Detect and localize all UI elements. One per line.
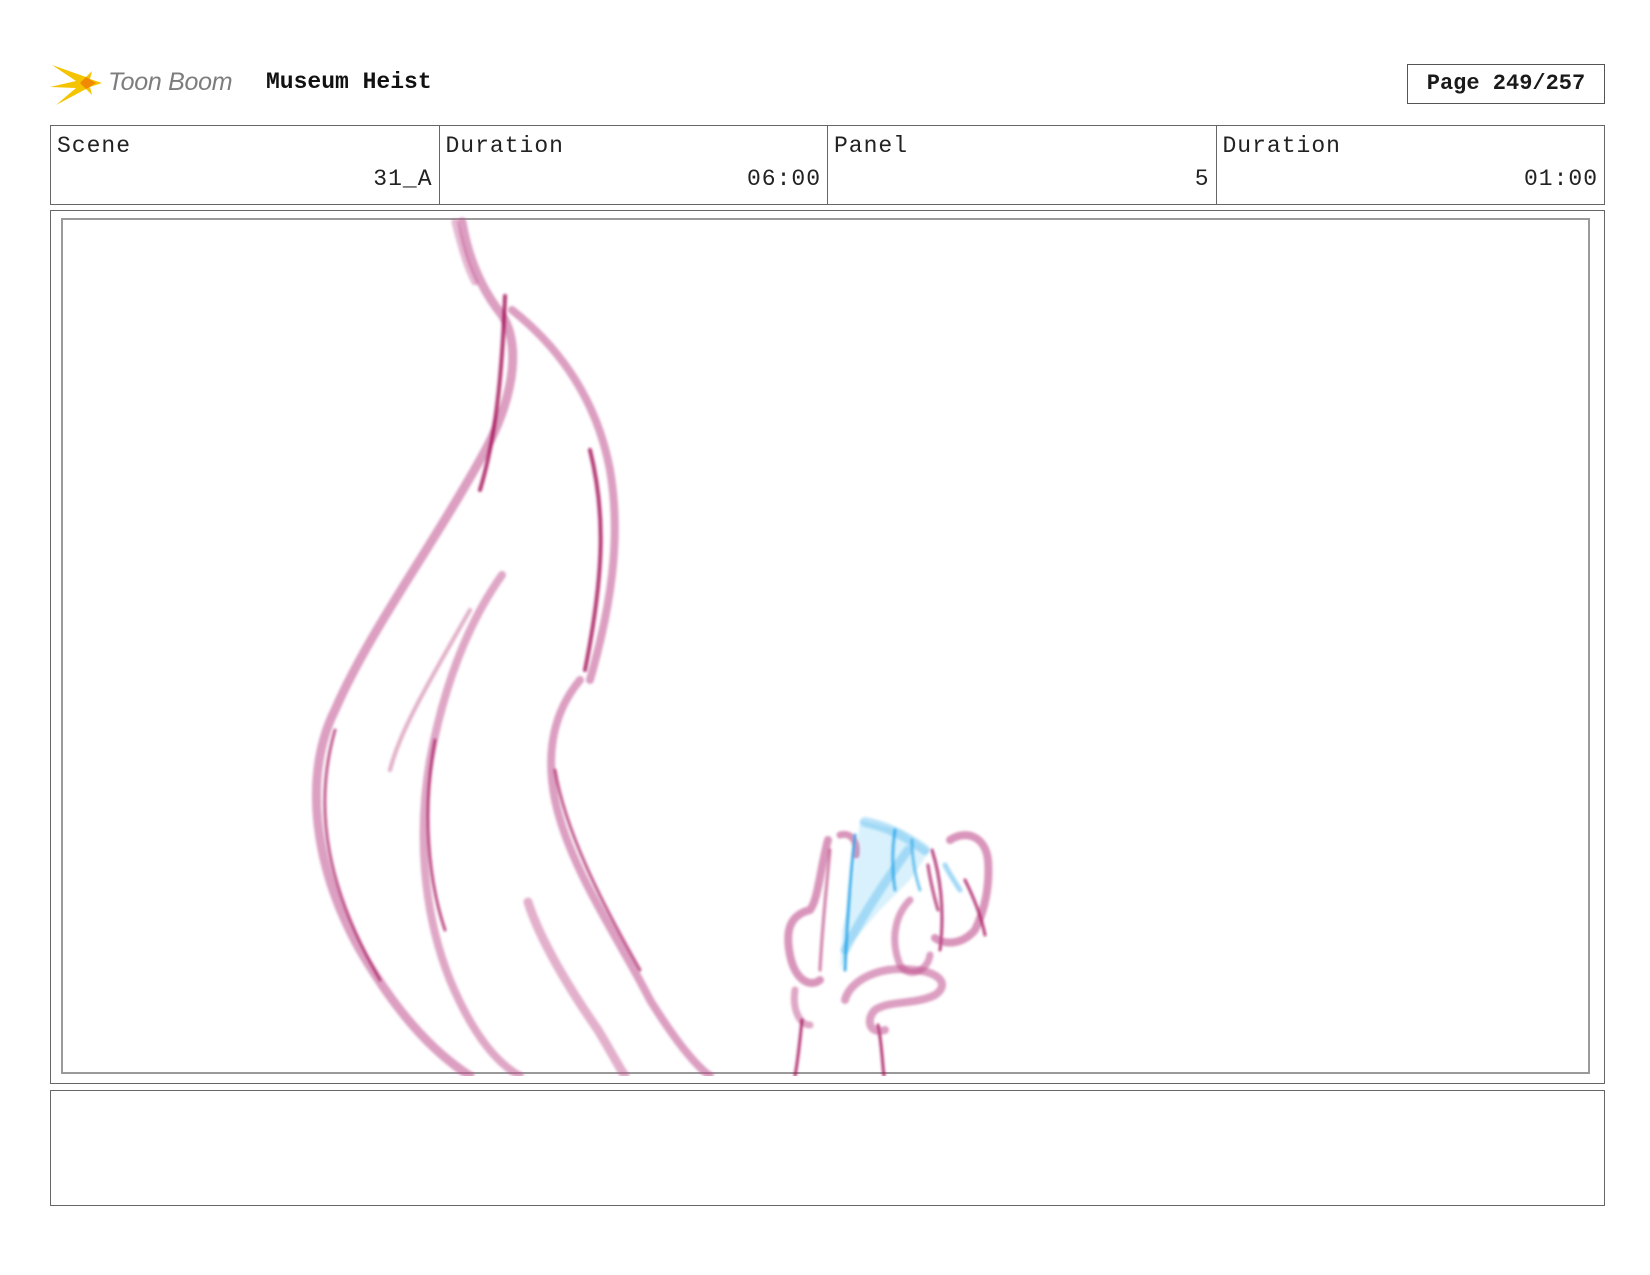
scene-value: 31_A xyxy=(373,166,433,192)
toon-boom-logo: Toon Boom xyxy=(50,57,250,107)
sketch-stroke-inner xyxy=(419,571,524,1076)
scene-duration-cell: Duration 06:00 xyxy=(440,126,828,204)
scene-duration-value: 06:00 xyxy=(746,166,821,192)
scene-cell: Scene 31_A xyxy=(51,126,440,204)
scene-label: Scene xyxy=(57,133,132,159)
logo-wordmark: Toon Boom xyxy=(108,68,233,96)
sketch-stroke-left-outer xyxy=(311,217,518,1076)
project-title: Museum Heist xyxy=(266,69,432,95)
scene-duration-label: Duration xyxy=(445,133,564,159)
panel-duration-cell: Duration 01:00 xyxy=(1217,126,1605,204)
panel-value: 5 xyxy=(1194,166,1210,192)
panel-duration-value: 01:00 xyxy=(1523,166,1598,192)
panel-notes-box xyxy=(50,1090,1605,1206)
storyboard-header: Toon Boom Museum Heist Page 249/257 xyxy=(50,55,1605,110)
page-number: Page 249/257 xyxy=(1407,64,1605,104)
panel-info-row: Scene 31_A Duration 06:00 Panel 5 Durati… xyxy=(50,125,1605,205)
toon-boom-star-icon xyxy=(50,65,102,105)
panel-duration-label: Duration xyxy=(1222,133,1341,159)
sketch-drawing xyxy=(311,217,993,1076)
panel-label: Panel xyxy=(834,133,909,159)
panel-cell: Panel 5 xyxy=(828,126,1217,204)
